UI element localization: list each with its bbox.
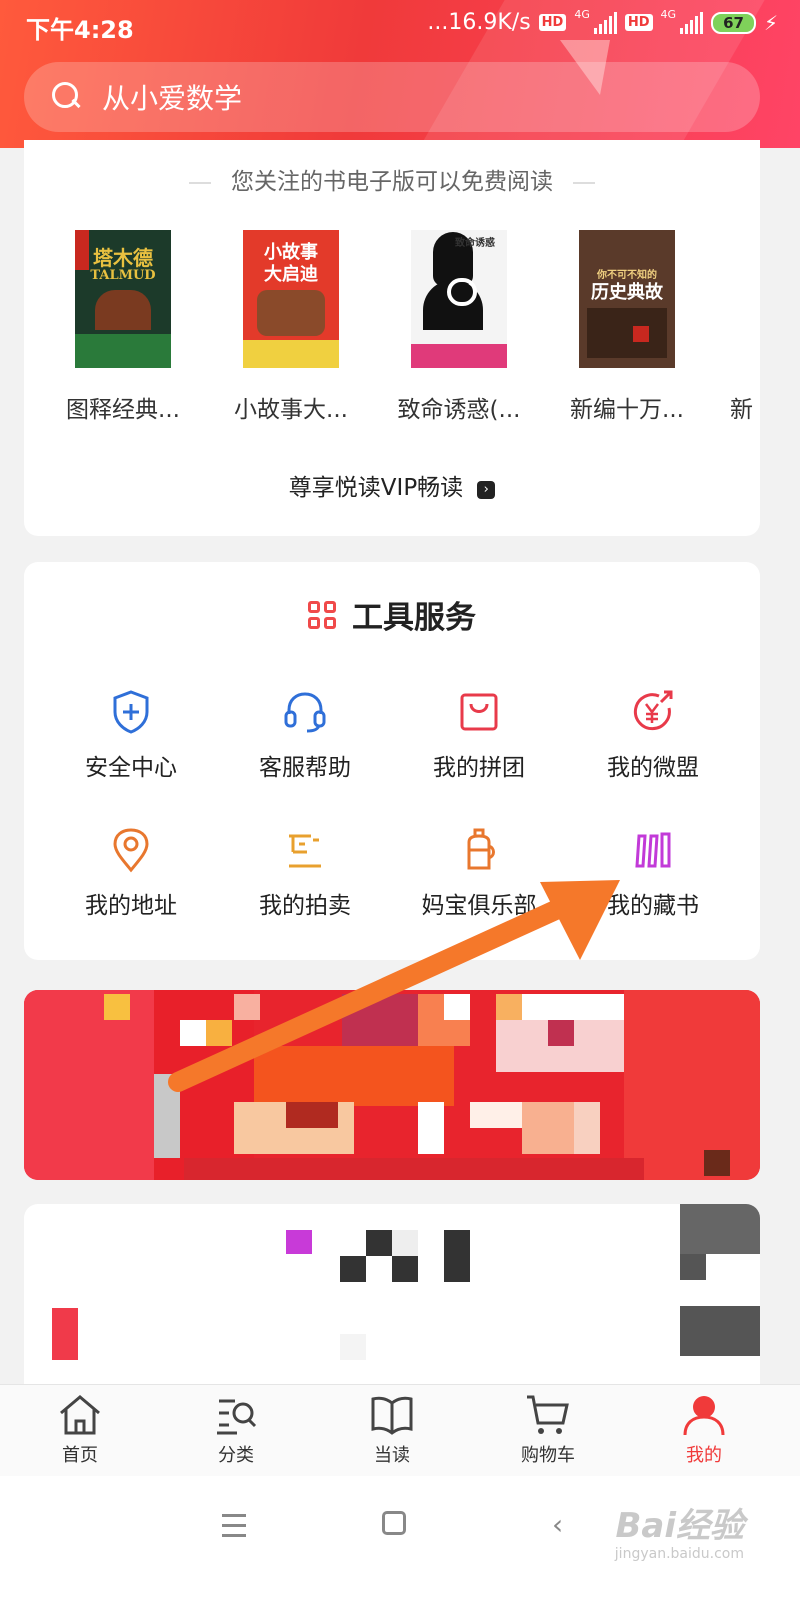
book-cover: 小故事 大启迪 xyxy=(243,230,339,368)
book-cover-title: 致命诱惑 xyxy=(455,238,495,249)
gavel-icon xyxy=(281,826,329,874)
book-cover-subtitle: 大启迪 xyxy=(264,264,318,285)
status-right: ...16.9K/s HD 4G HD 4G 67 ⚡ xyxy=(427,8,778,35)
headset-icon xyxy=(281,688,329,736)
network-type-2: 4G xyxy=(660,8,677,21)
charging-icon: ⚡ xyxy=(763,10,778,35)
tool-label: 客服帮助 xyxy=(259,755,351,781)
tab-label: 我的 xyxy=(686,1445,722,1466)
book-cover: 致命诱惑 xyxy=(411,230,507,368)
network-type: 4G xyxy=(574,8,590,21)
tool-group-buy[interactable]: 我的拼团 xyxy=(392,688,566,782)
cart-icon xyxy=(525,1393,571,1437)
hd-badge: HD xyxy=(538,14,567,31)
tool-label: 我的拼团 xyxy=(433,755,525,781)
system-nav-bar: ‹ Bai经验 jingyan.baidu.com xyxy=(0,1476,800,1600)
signal-icon xyxy=(593,11,617,34)
user-icon xyxy=(681,1393,727,1437)
tab-label: 当读 xyxy=(374,1445,410,1466)
grid-icon xyxy=(308,601,338,631)
book-item[interactable]: 小故事 大启迪 小故事大... xyxy=(216,230,366,424)
status-time: 下午4:28 xyxy=(26,16,134,44)
hd-badge-2: HD xyxy=(624,14,653,31)
open-book-icon xyxy=(369,1393,415,1437)
tool-label: 我的地址 xyxy=(85,893,177,919)
book-cover-subtitle: TALMUD xyxy=(90,268,156,283)
chevron-right-icon: › xyxy=(477,481,496,499)
watermark-url: jingyan.baidu.com xyxy=(614,1546,744,1562)
tab-label: 购物车 xyxy=(521,1445,575,1466)
tool-my-books[interactable]: 我的藏书 xyxy=(566,826,740,920)
tab-reading[interactable]: 当读 xyxy=(342,1393,442,1467)
tab-category[interactable]: 分类 xyxy=(186,1393,286,1467)
home-icon xyxy=(57,1393,103,1437)
back-icon[interactable]: ‹ xyxy=(552,1508,563,1541)
free-reading-title: 您关注的书电子版可以免费阅读 xyxy=(24,162,760,196)
shield-plus-icon xyxy=(107,688,155,736)
status-bar: 下午4:28 ...16.9K/s HD 4G HD 4G 67 ⚡ xyxy=(0,0,800,50)
tab-cart[interactable]: 购物车 xyxy=(498,1393,598,1467)
book-cover xyxy=(747,230,760,368)
vip-link-label: 尊享悦读VIP畅读 xyxy=(288,475,464,501)
baby-bottle-icon xyxy=(455,826,503,874)
free-reading-card: 您关注的书电子版可以免费阅读 塔木德 TALMUD 图释经典... 小故事 大启… xyxy=(24,140,760,536)
signal-icon-2 xyxy=(680,11,704,34)
network-speed: ...16.9K/s xyxy=(427,10,531,35)
search-placeholder: 从小爱数学 xyxy=(102,82,243,115)
header: 下午4:28 ...16.9K/s HD 4G HD 4G 67 ⚡ 从小爱数学 xyxy=(0,0,800,148)
book-item[interactable]: 新 xyxy=(720,230,760,424)
tab-label: 分类 xyxy=(218,1445,254,1466)
watermark-logo: Bai经验 xyxy=(615,1506,744,1546)
yuan-arrow-icon xyxy=(629,688,677,736)
tool-auction[interactable]: 我的拍卖 xyxy=(218,826,392,920)
location-pin-icon xyxy=(107,826,155,874)
menu-icon[interactable] xyxy=(222,1514,246,1544)
promo-banner[interactable] xyxy=(24,990,760,1180)
book-title: 小故事大... xyxy=(234,397,348,423)
book-title: 新编十万... xyxy=(570,397,684,423)
book-title: 致命诱惑(... xyxy=(397,397,521,423)
tool-weimeng[interactable]: 我的微盟 xyxy=(566,688,740,782)
book-item[interactable]: 你不可不知的 历史典故 新编十万... xyxy=(552,230,702,424)
tool-label: 安全中心 xyxy=(85,755,177,781)
tool-label: 我的拍卖 xyxy=(259,893,351,919)
home-button-icon[interactable] xyxy=(382,1511,406,1535)
battery-icon: 67 xyxy=(711,11,756,34)
tool-address[interactable]: 我的地址 xyxy=(44,826,218,920)
book-cover-title: 历史典故 xyxy=(591,282,663,303)
tool-services-card: 工具服务 安全中心 客服帮助 我的拼团 我的微盟 我的地址 我的拍卖 妈宝俱乐部… xyxy=(24,562,760,960)
tool-label: 我的微盟 xyxy=(607,755,699,781)
tab-label: 首页 xyxy=(62,1445,98,1466)
book-title: 新 xyxy=(730,397,753,423)
vip-link[interactable]: 尊享悦读VIP畅读 › xyxy=(24,468,760,502)
book-cover: 塔木德 TALMUD xyxy=(75,230,171,368)
shopping-bag-icon xyxy=(455,688,503,736)
book-item[interactable]: 致命诱惑 致命诱惑(... xyxy=(384,230,534,424)
tool-services-title-text: 工具服务 xyxy=(352,600,476,636)
search-icon xyxy=(52,82,82,112)
tool-customer-service[interactable]: 客服帮助 xyxy=(218,688,392,782)
category-search-icon xyxy=(213,1393,259,1437)
book-cover-title: 塔木德 xyxy=(93,246,153,270)
tab-mine[interactable]: 我的 xyxy=(654,1393,754,1467)
book-list: 塔木德 TALMUD 图释经典... 小故事 大启迪 小故事大... 致命诱惑 xyxy=(24,230,760,430)
recommend-card xyxy=(24,1204,760,1404)
tool-label: 妈宝俱乐部 xyxy=(421,893,537,919)
tool-security-center[interactable]: 安全中心 xyxy=(44,688,218,782)
tab-home[interactable]: 首页 xyxy=(30,1393,130,1467)
bottom-tab-bar: 首页 分类 当读 购物车 我的 xyxy=(0,1384,800,1476)
tool-label: 我的藏书 xyxy=(607,893,699,919)
bookshelf-icon xyxy=(629,826,677,874)
search-bar[interactable]: 从小爱数学 xyxy=(24,62,760,132)
tool-services-title: 工具服务 xyxy=(24,592,760,637)
book-item[interactable]: 塔木德 TALMUD 图释经典... xyxy=(48,230,198,424)
book-cover: 你不可不知的 历史典故 xyxy=(579,230,675,368)
book-title: 图释经典... xyxy=(66,397,180,423)
tool-baby-club[interactable]: 妈宝俱乐部 xyxy=(392,826,566,920)
